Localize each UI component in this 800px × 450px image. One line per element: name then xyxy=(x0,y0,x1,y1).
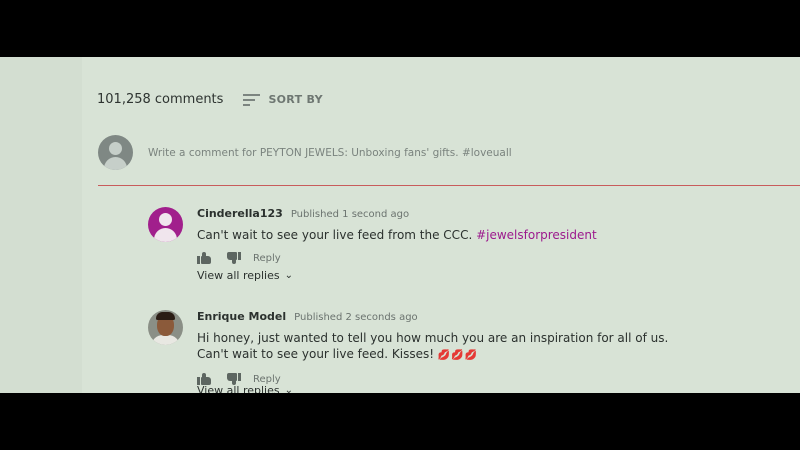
comment-count: 101,258 comments xyxy=(97,92,224,107)
comment-text: Can't wait to see your live feed from th… xyxy=(197,227,757,243)
comment-text-content: Can't wait to see your live feed from th… xyxy=(197,228,477,242)
comment-text-line: Can't wait to see your live feed. Kisses… xyxy=(197,347,438,361)
comment-input-underline xyxy=(98,185,800,186)
avatar[interactable] xyxy=(148,207,183,242)
dislike-icon[interactable] xyxy=(227,252,241,264)
view-all-replies-button[interactable]: View all replies ⌄ xyxy=(197,269,757,282)
comment-text-line: Hi honey, just wanted to tell you how mu… xyxy=(197,331,669,345)
view-all-replies-label: View all replies xyxy=(197,269,280,282)
chevron-down-icon: ⌄ xyxy=(284,270,293,281)
sort-icon xyxy=(243,93,261,106)
comment-timestamp: Published 1 second ago xyxy=(290,209,410,220)
user-avatar-icon xyxy=(98,135,133,170)
comments-header: 101,258 comments SORT BY xyxy=(97,92,323,107)
comment-author[interactable]: Cinderella123 xyxy=(197,207,283,220)
chevron-down-icon: ⌄ xyxy=(284,385,293,393)
comment-input[interactable]: Write a comment for PEYTON JEWELS: Unbox… xyxy=(148,147,512,159)
comment-text: Hi honey, just wanted to tell you how mu… xyxy=(197,330,757,364)
sort-by-button[interactable]: SORT BY xyxy=(243,93,323,106)
like-icon[interactable] xyxy=(197,252,211,264)
hashtag-link[interactable]: #jewelsforpresident xyxy=(476,228,597,242)
comment-compose: Write a comment for PEYTON JEWELS: Unbox… xyxy=(98,135,512,170)
comments-section: 101,258 comments SORT BY Write a comment… xyxy=(0,57,800,393)
sort-by-label: SORT BY xyxy=(268,93,323,106)
left-margin xyxy=(0,57,82,393)
comment-timestamp: Published 2 seconds ago xyxy=(294,312,418,323)
view-all-replies-label: View all replies xyxy=(197,384,280,393)
view-all-replies-button[interactable]: View all replies ⌄ xyxy=(197,384,317,393)
comment-author[interactable]: Enrique Model xyxy=(197,310,286,323)
reply-button[interactable]: Reply xyxy=(253,374,281,385)
avatar[interactable] xyxy=(148,310,183,345)
kiss-emoji: 💋💋💋 xyxy=(437,350,479,361)
reply-button[interactable]: Reply xyxy=(253,253,281,264)
